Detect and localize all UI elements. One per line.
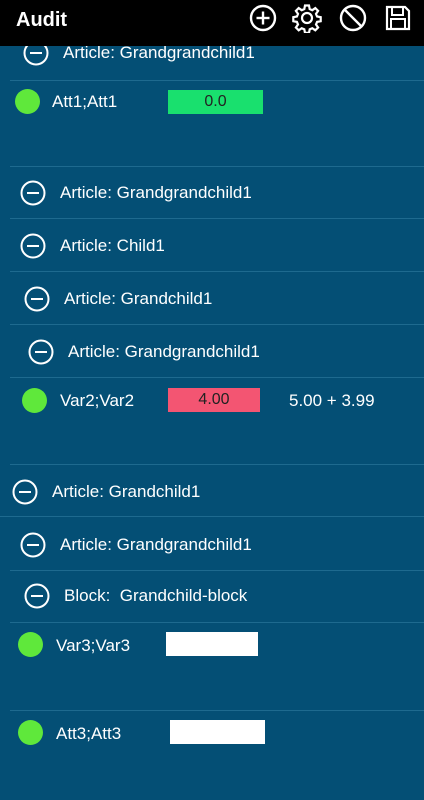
divider — [10, 271, 424, 272]
article-row[interactable]: Article: Grandchild1 — [24, 286, 212, 312]
save-icon[interactable] — [383, 3, 413, 33]
article-row[interactable]: Article: Grandgrandchild1 — [20, 180, 252, 206]
minus-circle-icon[interactable] — [24, 286, 50, 312]
article-label: Article: Grandgrandchild1 — [68, 342, 260, 361]
variable-name: Var2;Var2 — [60, 391, 135, 410]
article-label: Article: Grandgrandchild1 — [60, 183, 252, 202]
divider — [10, 570, 424, 571]
minus-circle-icon[interactable] — [20, 180, 46, 206]
article-row[interactable]: Article: Grandgrandchild1 — [20, 532, 252, 558]
article-label: Article: Child1 — [60, 236, 165, 255]
minus-circle-icon[interactable] — [20, 532, 46, 558]
article-label: Article: Grandgrandchild1 — [63, 43, 255, 62]
article-row[interactable]: Article: Grandgrandchild1 — [28, 339, 260, 365]
minus-circle-icon[interactable] — [24, 583, 50, 609]
settings-gear-icon[interactable] — [292, 3, 322, 33]
attribute-name: Att1;Att1 — [52, 92, 118, 111]
value-field[interactable] — [170, 720, 265, 744]
value-field[interactable]: 0.0 — [168, 90, 263, 114]
value-expression: 5.00 + 3.99 — [289, 391, 375, 410]
divider — [10, 464, 424, 465]
value-field[interactable] — [166, 632, 258, 656]
value-field[interactable]: 4.00 — [168, 388, 260, 412]
article-row[interactable]: Article: Grandchild1 — [12, 479, 200, 505]
block-row[interactable]: Block: Grandchild-block — [24, 583, 247, 609]
app-title: Audit — [16, 9, 68, 31]
app-bar: Audit — [0, 0, 424, 46]
status-dot — [18, 720, 43, 745]
add-circle-icon[interactable] — [248, 3, 278, 33]
article-label: Article: Grandchild1 — [52, 482, 201, 501]
divider — [10, 324, 424, 325]
divider — [10, 710, 424, 711]
block-label: Block: Grandchild-block — [64, 586, 248, 605]
divider — [10, 166, 424, 167]
article-label: Article: Grandgrandchild1 — [60, 535, 252, 554]
divider — [10, 218, 424, 219]
article-row[interactable]: Article: Child1 — [20, 233, 165, 259]
divider — [10, 377, 424, 378]
divider — [10, 80, 424, 81]
status-dot — [15, 89, 40, 114]
divider — [10, 622, 424, 623]
attribute-name: Att3;Att3 — [56, 724, 122, 743]
variable-name: Var3;Var3 — [56, 636, 131, 655]
status-dot — [18, 632, 43, 657]
minus-circle-icon[interactable] — [28, 339, 54, 365]
status-dot — [22, 388, 47, 413]
minus-circle-icon[interactable] — [20, 233, 46, 259]
block-icon[interactable] — [338, 3, 368, 33]
article-label: Article: Grandchild1 — [64, 289, 213, 308]
divider — [0, 516, 424, 517]
minus-circle-icon[interactable] — [12, 479, 38, 505]
